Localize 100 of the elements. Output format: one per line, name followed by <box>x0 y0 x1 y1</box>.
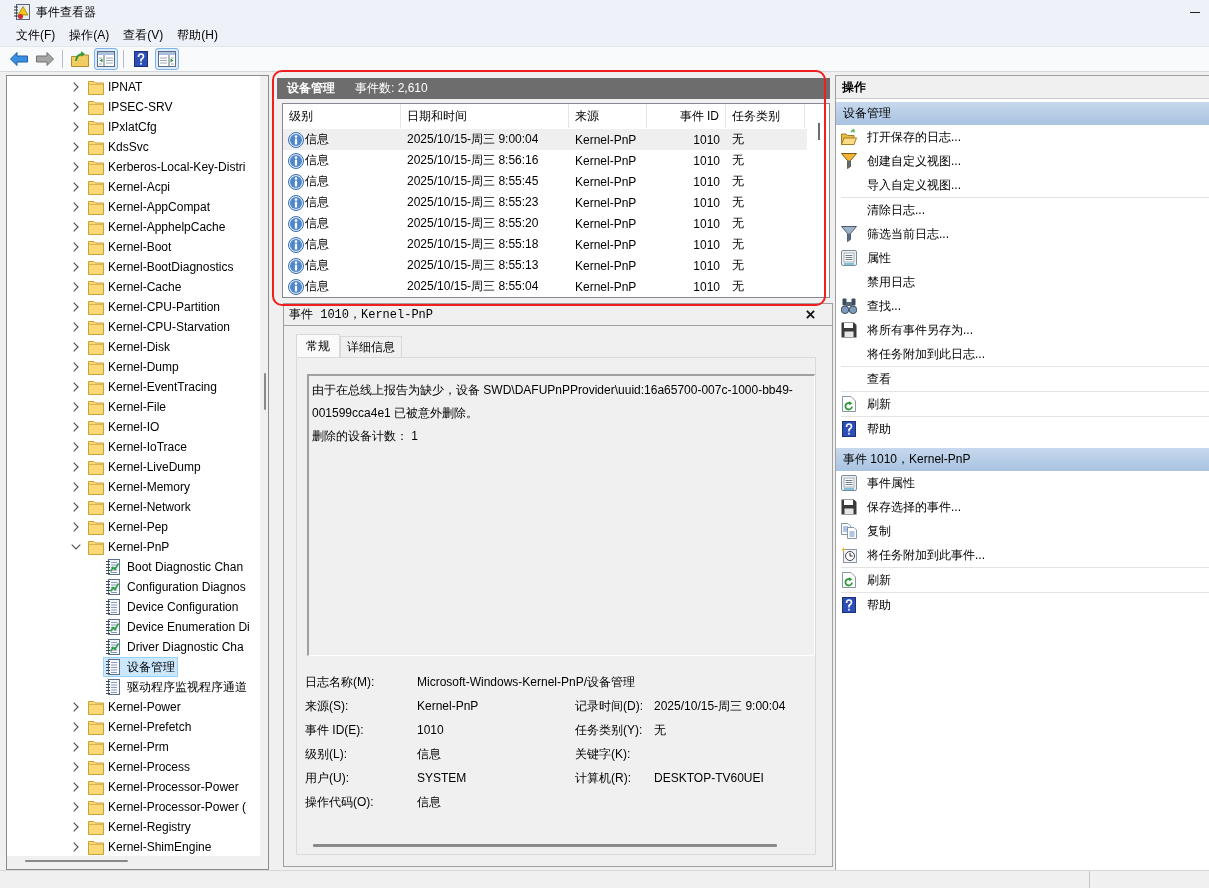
tree-item[interactable]: Kernel-Disk <box>85 337 173 357</box>
tree-item[interactable]: Driver Diagnostic Cha <box>103 637 247 657</box>
chevron-right-icon[interactable] <box>73 302 79 312</box>
tree-item[interactable]: 驱动程序监视程序通道 <box>103 677 250 697</box>
tab[interactable]: 常规 <box>296 334 340 357</box>
tree-item[interactable]: Kernel-Memory <box>85 477 194 497</box>
chevron-right-icon[interactable] <box>73 322 79 332</box>
chevron-right-icon[interactable] <box>73 822 79 832</box>
chevron-right-icon[interactable] <box>73 522 79 532</box>
tree-item[interactable]: Kernel-BootDiagnostics <box>85 257 237 277</box>
action-item[interactable]: 将所有事件另存为... <box>836 318 1209 342</box>
tree-item[interactable]: Kernel-LiveDump <box>85 457 204 477</box>
action-pane-button[interactable] <box>155 48 179 70</box>
tree-item[interactable]: Kernel-Processor-Power <box>85 777 242 797</box>
tree-item[interactable]: Device Enumeration Di <box>103 617 253 637</box>
chevron-right-icon[interactable] <box>73 162 79 172</box>
action-item[interactable]: 将任务附加到此日志... <box>836 342 1209 366</box>
tab[interactable]: 详细信息 <box>340 336 402 357</box>
tree-item[interactable]: Kernel-Process <box>85 757 194 777</box>
tree-item[interactable]: Kernel-Cache <box>85 277 185 297</box>
console-tree-button[interactable] <box>94 48 118 70</box>
section-header[interactable]: 事件 1010，Kernel-PnP <box>836 448 1209 471</box>
event-row[interactable]: 信息 2025/10/15-周三 8:55:20 Kernel-PnP 1010 无 <box>283 213 807 234</box>
chevron-right-icon[interactable] <box>73 182 79 192</box>
tree-item[interactable]: Kernel-IO <box>85 417 163 437</box>
chevron-down-icon[interactable] <box>71 544 81 550</box>
action-item[interactable]: 刷新 <box>836 568 1209 592</box>
tree-item[interactable]: Kernel-CPU-Partition <box>85 297 224 317</box>
chevron-right-icon[interactable] <box>73 722 79 732</box>
column-header[interactable]: 日期和时间 <box>401 104 569 128</box>
event-row[interactable]: 信息 2025/10/15-周三 9:00:04 Kernel-PnP 1010 无 <box>283 129 807 150</box>
action-item[interactable]: 打开保存的日志... <box>836 125 1209 149</box>
chevron-right-icon[interactable] <box>73 462 79 472</box>
event-row[interactable]: 信息 2025/10/15-周三 8:56:16 Kernel-PnP 1010 无 <box>283 150 807 171</box>
chevron-right-icon[interactable] <box>73 102 79 112</box>
chevron-right-icon[interactable] <box>73 702 79 712</box>
chevron-right-icon[interactable] <box>73 802 79 812</box>
tree-item[interactable]: Kernel-PnP <box>85 537 173 557</box>
tree-item[interactable]: Kernel-ShimEngine <box>85 837 215 856</box>
action-item[interactable]: 查找... <box>836 294 1209 318</box>
chevron-right-icon[interactable] <box>73 262 79 272</box>
action-item[interactable]: 属性 <box>836 246 1209 270</box>
scrollbar-thumb[interactable] <box>818 123 820 140</box>
event-row[interactable]: 信息 2025/10/15-周三 8:55:13 Kernel-PnP 1010 无 <box>283 255 807 276</box>
tree-item[interactable]: Kerberos-Local-Key-Distri <box>85 157 249 177</box>
chevron-right-icon[interactable] <box>73 222 79 232</box>
chevron-right-icon[interactable] <box>73 762 79 772</box>
chevron-right-icon[interactable] <box>73 82 79 92</box>
tree-item[interactable]: 设备管理 <box>103 657 178 677</box>
scrollbar-thumb[interactable] <box>25 860 128 862</box>
tree-item[interactable]: Kernel-Processor-Power ( <box>85 797 250 817</box>
menu-item[interactable]: 文件(F) <box>10 24 62 46</box>
column-header[interactable]: 级别 <box>283 104 401 128</box>
tree-item[interactable]: Kernel-File <box>85 397 170 417</box>
chevron-right-icon[interactable] <box>73 122 79 132</box>
tree-item[interactable]: Kernel-Registry <box>85 817 194 837</box>
tree-item[interactable]: KdsSvc <box>85 137 152 157</box>
tree-item[interactable]: Kernel-Prm <box>85 737 172 757</box>
chevron-right-icon[interactable] <box>73 742 79 752</box>
chevron-right-icon[interactable] <box>73 202 79 212</box>
scrollbar-thumb[interactable] <box>264 373 266 410</box>
action-item[interactable]: 将任务附加到此事件... <box>836 543 1209 567</box>
chevron-right-icon[interactable] <box>73 442 79 452</box>
action-item[interactable]: 复制 <box>836 519 1209 543</box>
column-header[interactable]: 事件 ID <box>647 104 726 128</box>
tree-item[interactable]: Kernel-Power <box>85 697 184 717</box>
action-item[interactable]: 帮助 <box>836 593 1209 617</box>
action-item[interactable]: 查看 <box>836 367 1209 391</box>
chevron-right-icon[interactable] <box>73 402 79 412</box>
chevron-right-icon[interactable] <box>73 482 79 492</box>
chevron-right-icon[interactable] <box>73 422 79 432</box>
chevron-right-icon[interactable] <box>73 342 79 352</box>
tree-item[interactable]: IPxlatCfg <box>85 117 160 137</box>
chevron-right-icon[interactable] <box>73 282 79 292</box>
action-item[interactable]: 创建自定义视图... <box>836 149 1209 173</box>
tree-item[interactable]: Kernel-Dump <box>85 357 182 377</box>
action-item[interactable]: 筛选当前日志... <box>836 222 1209 246</box>
chevron-right-icon[interactable] <box>73 362 79 372</box>
chevron-right-icon[interactable] <box>73 142 79 152</box>
tree-item[interactable]: Kernel-Boot <box>85 237 175 257</box>
tree-item[interactable]: Kernel-EventTracing <box>85 377 220 397</box>
chevron-right-icon[interactable] <box>73 782 79 792</box>
action-item[interactable]: 帮助 <box>836 417 1209 441</box>
event-row[interactable]: 信息 2025/10/15-周三 8:55:23 Kernel-PnP 1010 无 <box>283 192 807 213</box>
column-header[interactable]: 任务类别 <box>726 104 805 128</box>
menu-item[interactable]: 查看(V) <box>117 24 170 46</box>
tree-item[interactable]: Kernel-Prefetch <box>85 717 195 737</box>
action-item[interactable]: 事件属性 <box>836 471 1209 495</box>
close-icon[interactable] <box>806 310 815 319</box>
tree-item[interactable]: IPSEC-SRV <box>85 97 176 117</box>
chevron-right-icon[interactable] <box>73 842 79 852</box>
chevron-right-icon[interactable] <box>73 502 79 512</box>
tree-item[interactable]: IPNAT <box>85 77 146 97</box>
action-item[interactable]: 刷新 <box>836 392 1209 416</box>
tree-item[interactable]: Device Configuration <box>103 597 242 617</box>
event-row[interactable]: 信息 2025/10/15-周三 8:55:18 Kernel-PnP 1010 无 <box>283 234 807 255</box>
minimize-icon[interactable] <box>1190 11 1200 13</box>
action-item[interactable]: 导入自定义视图... <box>836 173 1209 197</box>
tree-item[interactable]: Kernel-Network <box>85 497 194 517</box>
tree-item[interactable]: Kernel-IoTrace <box>85 437 190 457</box>
